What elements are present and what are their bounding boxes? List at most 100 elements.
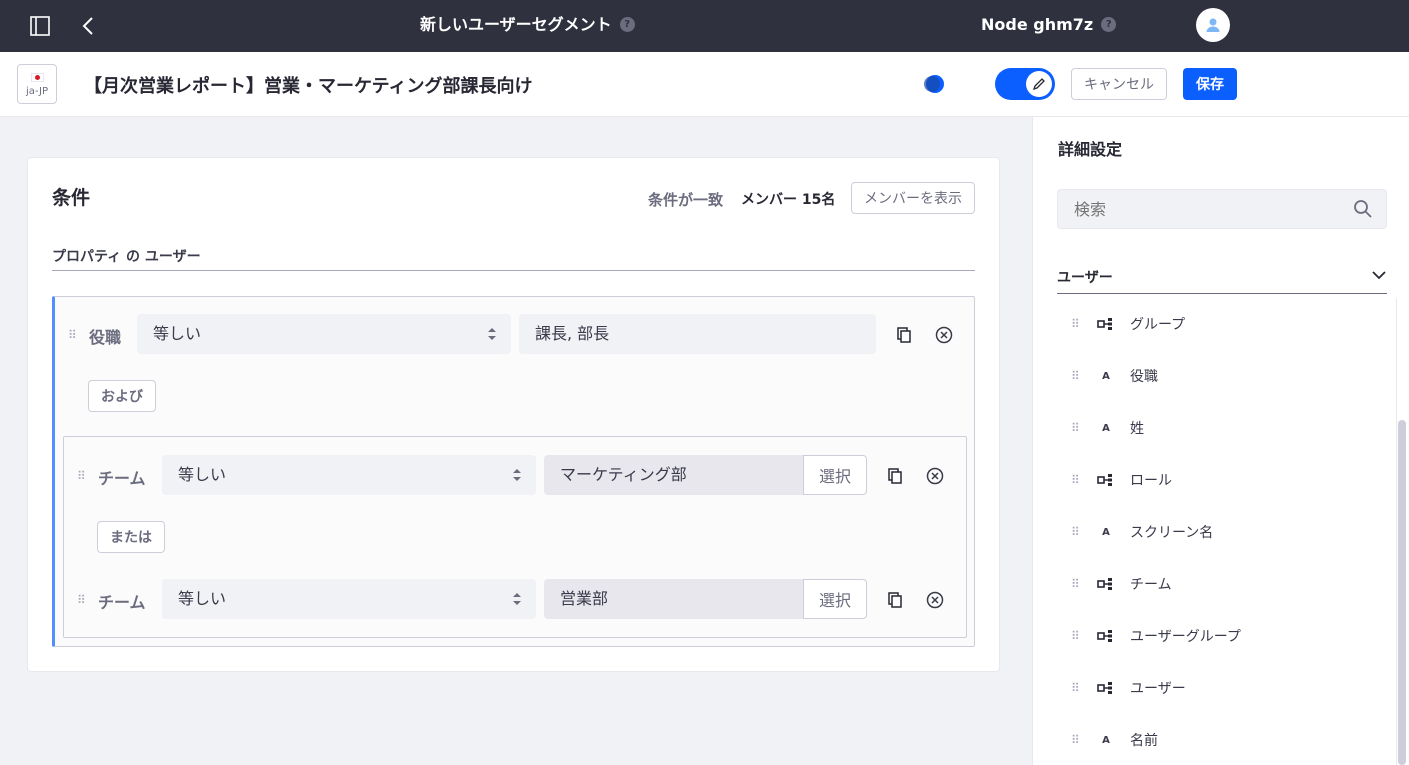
remove-circle-icon[interactable] [925,590,945,610]
drag-handle-icon[interactable]: ⠿ [1071,629,1081,643]
duplicate-icon[interactable] [894,325,914,345]
select-button[interactable]: 選択 [803,455,867,495]
operator-value: 等しい [178,589,227,608]
site-title-text: Node ghm7z [981,15,1094,34]
drag-handle-icon[interactable]: ⠿ [1071,733,1081,747]
status-indicator-icon[interactable] [923,74,947,94]
view-members-button[interactable]: メンバーを表示 [851,182,975,214]
operator-select[interactable]: 等しい [162,579,536,619]
entity-type-icon [1096,472,1116,488]
drag-handle-icon[interactable]: ⠿ [1071,473,1081,487]
list-item[interactable]: ⠿ ユーザー [1057,662,1397,714]
drag-handle-icon[interactable]: ⠿ [1071,421,1081,435]
duplicate-icon[interactable] [885,466,905,486]
conjunction-or-button[interactable]: または [97,521,165,553]
operator-select[interactable]: 等しい [162,455,536,495]
drag-handle-icon[interactable]: ⠿ [1071,681,1081,695]
list-item-label: ロール [1130,473,1172,489]
help-icon[interactable]: ? [619,17,635,32]
condition-field: チーム [98,593,146,612]
entity-type-icon [1096,680,1116,696]
operator-value: 等しい [153,324,202,343]
user-icon [1206,18,1220,32]
pencil-icon [1026,71,1052,97]
sidebar-toggle-icon[interactable] [28,14,52,38]
chevron-down-icon[interactable] [1371,267,1387,283]
operator-value: 等しい [178,465,227,484]
match-text: 条件が一致 [648,191,724,209]
list-item-label: 役職 [1130,369,1158,385]
text-type-icon: A [1102,734,1110,746]
locale-code: ja-JP [25,86,49,97]
list-item-label: グループ [1130,317,1186,333]
divider [52,270,975,271]
properties-sidebar: 詳細設定 ユーザー ⠿ グループ ⠿ A 役職 ⠿ A 姓 ⠿ ロール ⠿ A … [1032,117,1409,765]
text-type-icon: A [1102,370,1110,382]
condition-field: チーム [98,469,146,488]
cancel-button[interactable]: キャンセル [1071,68,1167,100]
operator-select[interactable]: 等しい [137,314,511,354]
condition-field: 役職 [89,328,122,347]
list-item[interactable]: ⠿ ユーザーグループ [1057,610,1397,662]
divider [1057,293,1387,294]
search-input[interactable] [1057,189,1387,229]
entity-type-icon [1096,628,1116,644]
list-item-label: スクリーン名 [1130,525,1214,541]
select-button[interactable]: 選択 [803,579,867,619]
condition-value-input[interactable]: 課長, 部長 [519,314,876,354]
drag-handle-icon[interactable]: ⠿ [77,469,87,483]
back-arrow-icon[interactable] [76,14,100,38]
conjunction-and-button[interactable]: および [88,380,156,412]
property-label: プロパティ の ユーザー [52,249,201,265]
condition-value-field: 営業部 [544,579,804,619]
list-item[interactable]: ⠿ A 名前 [1057,714,1397,765]
sidebar-title: 詳細設定 [1058,140,1123,159]
text-type-icon: A [1102,422,1110,434]
segment-title: 新しいユーザーセグメント? [420,14,635,36]
text-type-icon: A [1102,526,1110,538]
search-icon[interactable] [1353,199,1373,219]
conditions-card: 条件 条件が一致 メンバー 15名 メンバーを表示 プロパティ の ユーザー ⠿… [27,157,1000,672]
drag-handle-icon[interactable]: ⠿ [1071,317,1081,331]
list-item-label: 名前 [1130,733,1158,749]
page-header: ja-JP 【月次営業レポート】営業・マーケティング部課長向け キャンセル 保存 [0,52,1409,117]
select-arrows-icon [488,328,496,340]
list-item-label: ユーザーグループ [1130,629,1241,645]
list-item[interactable]: ⠿ チーム [1057,558,1397,610]
list-item[interactable]: ⠿ A 姓 [1057,402,1397,454]
flag-icon [31,73,44,82]
user-avatar[interactable] [1196,8,1230,42]
list-item[interactable]: ⠿ A 役職 [1057,350,1397,402]
edit-mode-toggle[interactable] [995,68,1055,100]
scrollbar-thumb[interactable] [1398,420,1406,765]
locale-selector[interactable]: ja-JP [17,64,57,104]
list-item-label: チーム [1130,577,1172,593]
scrollbar-track [1396,298,1397,765]
condition-value-field: マーケティング部 [544,455,804,495]
drag-handle-icon[interactable]: ⠿ [1071,577,1081,591]
top-navigation-bar: 新しいユーザーセグメント? Node ghm7z? [0,0,1409,52]
list-item[interactable]: ⠿ ロール [1057,454,1397,506]
conditions-title: 条件 [52,187,91,209]
help-icon[interactable]: ? [1101,17,1117,32]
drag-handle-icon[interactable]: ⠿ [68,328,78,342]
drag-handle-icon[interactable]: ⠿ [77,593,87,607]
page-title[interactable]: 【月次営業レポート】営業・マーケティング部課長向け [84,72,533,98]
section-header-user[interactable]: ユーザー [1057,267,1113,287]
drag-handle-icon[interactable]: ⠿ [1071,525,1081,539]
select-arrows-icon [513,469,521,481]
list-item[interactable]: ⠿ A スクリーン名 [1057,506,1397,558]
select-arrows-icon [513,593,521,605]
entity-type-icon [1096,576,1116,592]
duplicate-icon[interactable] [885,590,905,610]
drag-handle-icon[interactable]: ⠿ [1071,369,1081,383]
site-title: Node ghm7z? [981,14,1117,36]
list-item-label: ユーザー [1130,681,1186,697]
list-item-label: 姓 [1130,421,1144,437]
entity-type-icon [1096,316,1116,332]
remove-circle-icon[interactable] [925,466,945,486]
save-button[interactable]: 保存 [1183,68,1237,100]
member-count: メンバー 15名 [741,192,836,208]
list-item[interactable]: ⠿ グループ [1057,298,1397,350]
remove-circle-icon[interactable] [934,325,954,345]
